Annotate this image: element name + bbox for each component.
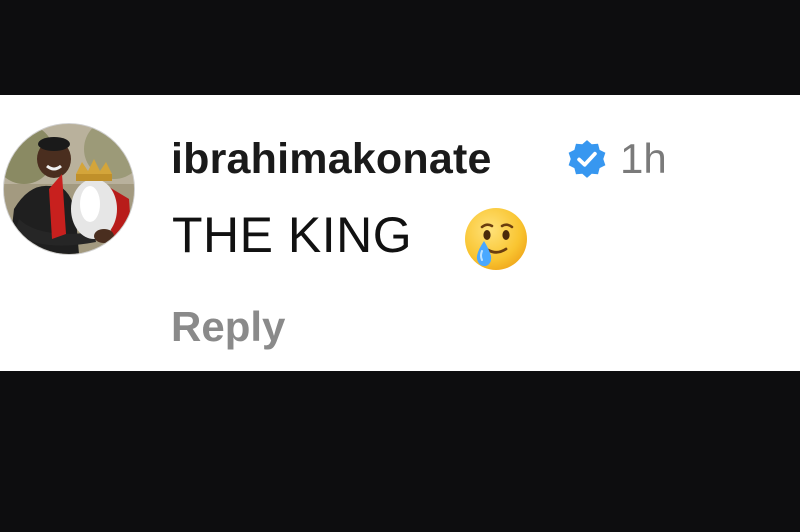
- reply-button[interactable]: Reply: [171, 301, 285, 353]
- avatar[interactable]: [4, 124, 134, 254]
- avatar-image: [4, 124, 134, 254]
- comment-text: THE KING: [172, 207, 413, 263]
- comment-card: ibrahimakonate 1h THE KING Reply: [0, 95, 800, 371]
- verified-badge-icon: [568, 140, 606, 178]
- timestamp: 1h: [620, 135, 667, 182]
- username[interactable]: ibrahimakonate: [171, 133, 492, 185]
- face-holding-back-tears-icon: [465, 208, 527, 270]
